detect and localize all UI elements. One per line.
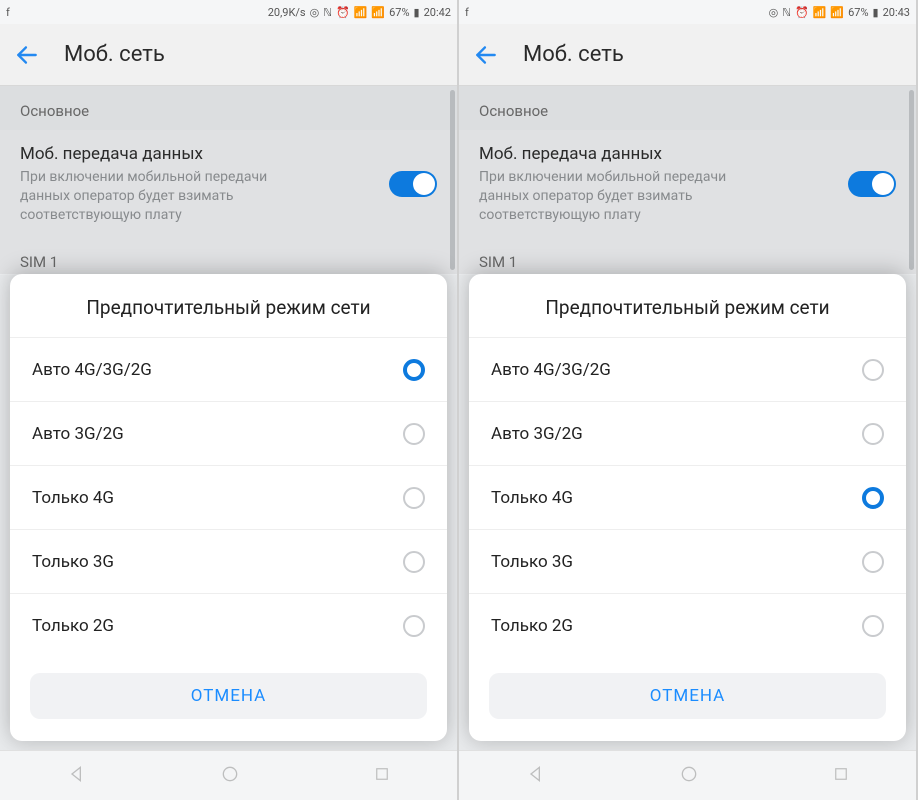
nfc-icon: ℕ [323,6,332,19]
back-icon[interactable] [14,42,40,68]
battery-pct: 67% [848,6,868,19]
sim-label: SIM 1 [0,239,457,275]
radio-icon [403,615,425,637]
nav-home-icon[interactable] [220,764,240,788]
section-header: Основное [0,86,457,130]
signal-icon-2: 📶 [830,6,844,19]
mobile-data-title: Моб. передача данных [479,144,836,164]
option-3g-only[interactable]: Только 3G [10,529,447,593]
radio-icon [862,487,884,509]
battery-pct: 67% [389,6,409,19]
nav-back-icon[interactable] [526,764,546,788]
signal-icon-2: 📶 [371,6,385,19]
scrollbar[interactable] [909,90,914,270]
mobile-data-sub: При включении мобильной передачи данных … [20,168,320,225]
dialog-title: Предпочтительный режим сети [10,274,447,337]
battery-icon: ▮ [873,6,879,19]
nav-back-icon[interactable] [67,764,87,788]
cancel-button[interactable]: ОТМЕНА [489,673,886,719]
mobile-data-toggle[interactable] [389,171,437,197]
section-header: Основное [459,86,916,130]
radio-icon [403,487,425,509]
alarm-icon: ⏰ [336,6,350,19]
radio-icon [403,423,425,445]
page-title: Моб. сеть [523,42,624,67]
nav-bar [459,750,916,800]
battery-icon: ▮ [414,6,420,19]
option-4g-only[interactable]: Только 4G [469,465,906,529]
option-4g3g2g[interactable]: Авто 4G/3G/2G [10,337,447,401]
phone-right: f ◎ ℕ ⏰ 📶 📶 67% ▮ 20:43 Моб. сеть Основн… [459,0,918,800]
nav-recent-icon[interactable] [373,765,391,787]
radio-icon [862,423,884,445]
radio-icon [862,359,884,381]
nav-home-icon[interactable] [679,764,699,788]
network-mode-dialog: Предпочтительный режим сети Авто 4G/3G/2… [469,274,906,741]
option-2g-only[interactable]: Только 2G [469,593,906,657]
option-3g2g[interactable]: Авто 3G/2G [469,401,906,465]
signal-icon: 📶 [354,6,368,19]
facebook-icon: f [6,6,10,19]
nav-bar [0,750,457,800]
page-title: Моб. сеть [64,42,165,67]
option-2g-only[interactable]: Только 2G [10,593,447,657]
mobile-data-sub: При включении мобильной передачи данных … [479,168,779,225]
nfc-icon: ℕ [782,6,791,19]
net-speed: 20,9K/s [268,6,306,19]
radio-icon [403,551,425,573]
status-bar: f 20,9K/s ◎ ℕ ⏰ 📶 📶 67% ▮ 20:42 [0,0,457,24]
network-mode-dialog: Предпочтительный режим сети Авто 4G/3G/2… [10,274,447,741]
option-4g3g2g[interactable]: Авто 4G/3G/2G [469,337,906,401]
radio-icon [862,551,884,573]
app-header: Моб. сеть [0,24,457,86]
sim-label: SIM 1 [459,239,916,275]
mobile-data-title: Моб. передача данных [20,144,377,164]
scrollbar[interactable] [450,90,455,270]
option-3g2g[interactable]: Авто 3G/2G [10,401,447,465]
dialog-title: Предпочтительный режим сети [469,274,906,337]
radio-icon [403,359,425,381]
facebook-icon: f [465,6,469,19]
option-4g-only[interactable]: Только 4G [10,465,447,529]
signal-icon: 📶 [813,6,827,19]
radio-icon [862,615,884,637]
clock: 20:43 [883,6,910,19]
nav-recent-icon[interactable] [832,765,850,787]
mobile-data-toggle[interactable] [848,171,896,197]
phone-left: f 20,9K/s ◎ ℕ ⏰ 📶 📶 67% ▮ 20:42 Моб. сет… [0,0,459,800]
app-header: Моб. сеть [459,24,916,86]
hotspot-icon: ◎ [769,6,779,19]
status-bar: f ◎ ℕ ⏰ 📶 📶 67% ▮ 20:43 [459,0,916,24]
alarm-icon: ⏰ [795,6,809,19]
back-icon[interactable] [473,42,499,68]
mobile-data-row[interactable]: Моб. передача данных При включении мобил… [0,130,457,239]
option-3g-only[interactable]: Только 3G [469,529,906,593]
hotspot-icon: ◎ [310,6,320,19]
cancel-button[interactable]: ОТМЕНА [30,673,427,719]
mobile-data-row[interactable]: Моб. передача данных При включении мобил… [459,130,916,239]
clock: 20:42 [424,6,451,19]
